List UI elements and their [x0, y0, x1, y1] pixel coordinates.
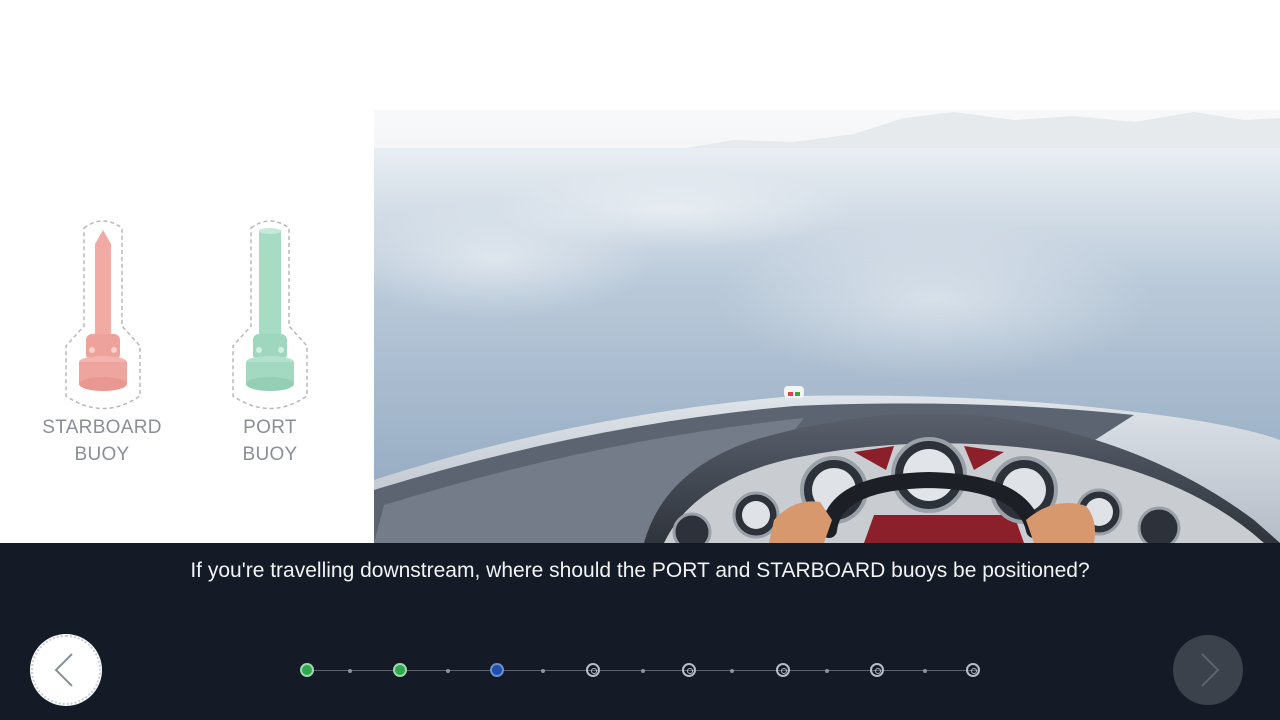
progress-substep [730, 669, 734, 673]
buoy-tray: STARBOARD BUOY PORT BUOY [0, 0, 374, 543]
boat-scene-illustration [374, 0, 1280, 543]
progress-step-4[interactable] [586, 663, 600, 677]
starboard-buoy-icon [65, 220, 141, 410]
progress-step-5[interactable] [682, 663, 696, 677]
progress-tracker [300, 663, 986, 679]
progress-step-6[interactable] [776, 663, 790, 677]
progress-step-2[interactable] [393, 663, 407, 677]
progress-step-7[interactable] [870, 663, 884, 677]
question-bar: If you're travelling downstream, where s… [0, 543, 1280, 720]
port-buoy[interactable] [225, 216, 315, 416]
starboard-buoy[interactable] [58, 216, 148, 416]
question-text: If you're travelling downstream, where s… [190, 559, 1090, 582]
progress-substep [348, 669, 352, 673]
port-buoy-label: PORT BUOY [242, 417, 298, 465]
starboard-buoy-label: STARBOARD BUOY [42, 417, 162, 465]
progress-substep [446, 669, 450, 673]
chevron-left-icon [54, 653, 73, 687]
progress-substep [641, 669, 645, 673]
previous-button[interactable] [31, 635, 101, 705]
progress-step-8[interactable] [966, 663, 980, 677]
boat-scene[interactable] [374, 0, 1280, 543]
progress-substep [541, 669, 545, 673]
progress-step-3[interactable] [490, 663, 504, 677]
port-buoy-icon [232, 220, 308, 410]
progress-substep [825, 669, 829, 673]
progress-step-1[interactable] [300, 663, 314, 677]
chevron-right-icon [1201, 653, 1220, 687]
progress-substep [923, 669, 927, 673]
next-button[interactable] [1173, 635, 1243, 705]
